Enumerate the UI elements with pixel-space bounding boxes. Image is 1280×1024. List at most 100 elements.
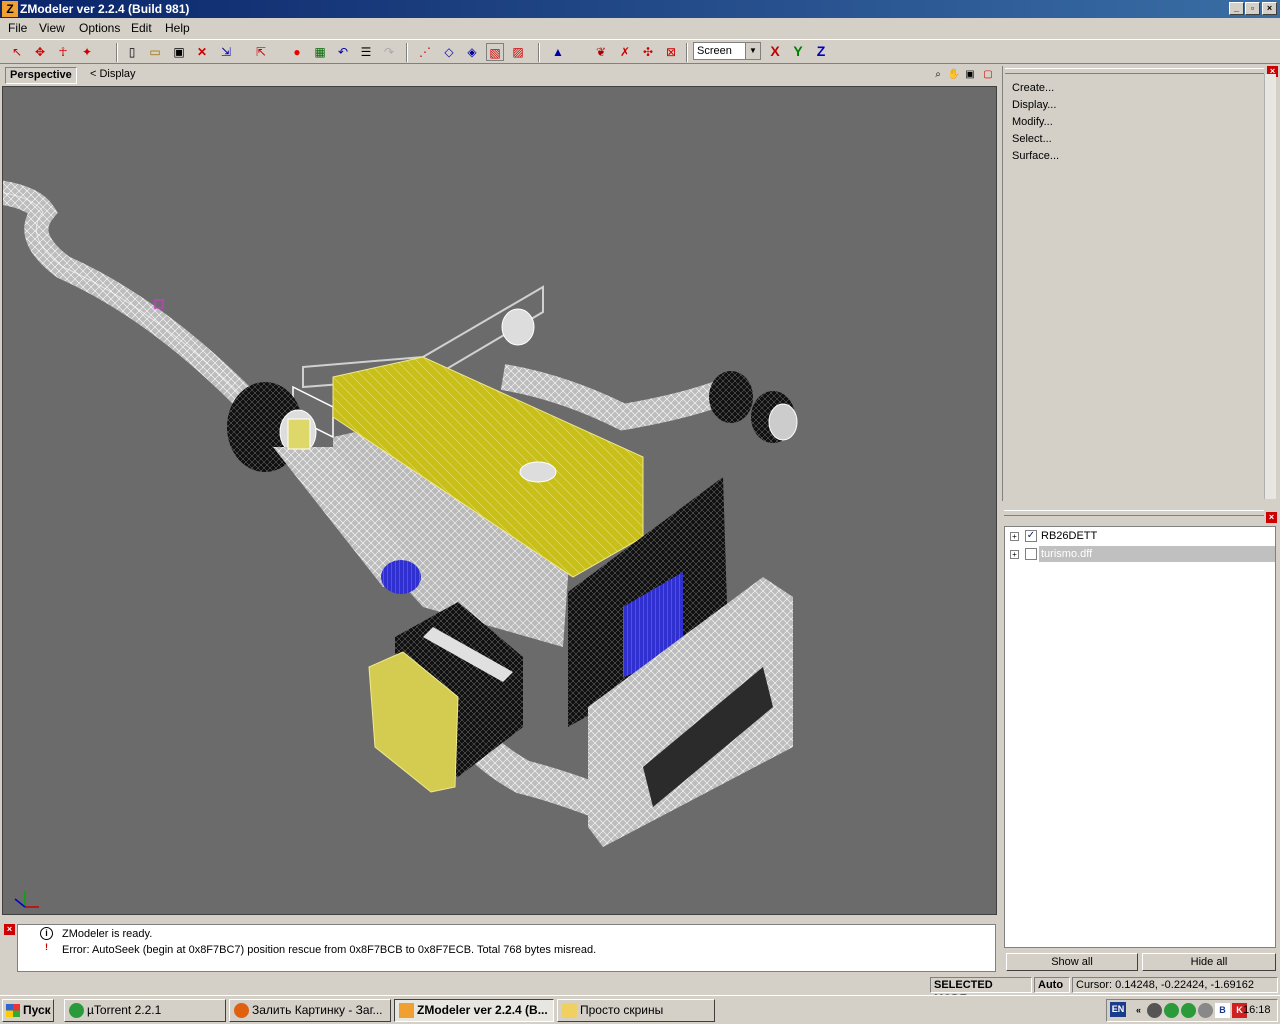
zmodeler-icon [399, 1003, 414, 1018]
tree-item-rb26dett[interactable]: + ✓ RB26DETT [1007, 528, 1275, 544]
undo-icon[interactable]: ↶ [334, 43, 352, 61]
save-file-icon[interactable]: ▣ [170, 43, 188, 61]
chevron-left-icon[interactable]: « [1131, 1003, 1146, 1018]
redo-icon[interactable]: ↷ [380, 43, 398, 61]
window-title: ZModeler ver 2.2.4 (Build 981) [20, 2, 190, 16]
close-log-icon[interactable]: × [4, 924, 15, 935]
taskbar: Пуск µTorrent 2.2.1 Залить Картинку - За… [0, 995, 1280, 1024]
new-file-icon[interactable]: ▯ [123, 43, 141, 61]
minimize-button[interactable]: _ [1229, 2, 1244, 15]
command-select[interactable]: Select... [1012, 133, 1052, 145]
object-tree: + ✓ RB26DETT + turismo.dff [1004, 526, 1276, 948]
expand-icon[interactable]: + [1010, 550, 1019, 559]
visibility-checkbox[interactable]: ✓ [1025, 530, 1037, 542]
face-mode-icon[interactable]: ◇ [440, 43, 458, 61]
title-bar: Z ZModeler ver 2.2.4 (Build 981) _ ▫ × [0, 0, 1280, 18]
task-folder[interactable]: Просто скрины [557, 999, 715, 1022]
log-line-info: ZModeler is ready. [62, 928, 153, 940]
command-scrollbar[interactable] [1264, 74, 1276, 499]
axis-gizmo-icon[interactable]: ✗ [616, 43, 634, 61]
menu-help[interactable]: Help [165, 21, 190, 35]
properties-icon[interactable]: ☰ [357, 43, 375, 61]
axis-y-button[interactable]: Y [788, 42, 808, 61]
vk-icon[interactable]: B [1215, 1003, 1230, 1018]
axis-x-button[interactable]: X [765, 42, 785, 61]
close-panel-icon[interactable]: × [1266, 512, 1277, 523]
record-icon[interactable]: ● [288, 43, 306, 61]
select-tool-icon[interactable]: ↖ [8, 43, 26, 61]
windows-flag-icon [6, 1004, 20, 1017]
box-select-icon[interactable]: ▧ [486, 43, 504, 61]
system-tray: « B K 16:18 [1106, 999, 1278, 1022]
start-button[interactable]: Пуск [2, 999, 54, 1022]
axis-z-button[interactable]: Z [811, 42, 831, 61]
perspective-viewport[interactable] [2, 86, 997, 915]
snap-mode-select[interactable]: Screen ▼ [693, 42, 761, 60]
expand-icon[interactable]: + [1010, 532, 1019, 541]
display-toggle[interactable]: < Display [90, 68, 136, 80]
clock: 16:18 [1243, 1004, 1271, 1016]
hide-all-button[interactable]: Hide all [1142, 953, 1276, 971]
task-label: ZModeler ver 2.2.4 (B... [417, 1003, 548, 1017]
filter-icon[interactable]: ▲ [549, 43, 567, 61]
export-icon[interactable]: ⇱ [252, 43, 270, 61]
axis-frame-icon[interactable]: ⊠ [662, 43, 680, 61]
main-toolbar: ↖ ✥ ☥ ✦ ▯ ▭ ▣ ✕ ⇲ ⇱ ● ▦ ↶ ☰ ↷ ⋰ ◇ ◈ ▧ ▨ … [0, 39, 1280, 64]
menu-edit[interactable]: Edit [131, 21, 152, 35]
vertex-mode-icon[interactable]: ⋰ [416, 43, 434, 61]
command-modify[interactable]: Modify... [1012, 116, 1053, 128]
pan-icon[interactable]: ✋ [947, 68, 961, 82]
snap-mode-value: Screen [697, 45, 732, 57]
task-utorrent[interactable]: µTorrent 2.2.1 [64, 999, 226, 1022]
import-icon[interactable]: ⇲ [217, 43, 235, 61]
delete-icon[interactable]: ✕ [193, 43, 211, 61]
selected-mode-status: SELECTED MODE [930, 977, 1032, 1005]
settings-tray-icon[interactable] [1198, 1003, 1213, 1018]
menu-file[interactable]: File [8, 21, 27, 35]
maximize-button[interactable]: ▫ [1245, 2, 1260, 15]
cursor-coordinates: Cursor: 0.14248, -0.22424, -1.69162 [1072, 977, 1278, 993]
menu-view[interactable]: View [39, 21, 65, 35]
pick-icon[interactable]: ❦ [592, 43, 610, 61]
zoom-icon[interactable]: ⌕ [931, 68, 945, 82]
tree-item-turismo[interactable]: + turismo.dff [1007, 546, 1275, 562]
figure-tool-icon[interactable]: ☥ [54, 43, 72, 61]
toolbar-separator [686, 43, 688, 62]
task-zmodeler[interactable]: ZModeler ver 2.2.4 (B... [394, 999, 554, 1022]
open-file-icon[interactable]: ▭ [146, 43, 164, 61]
transform-tool-icon[interactable]: ✦ [78, 43, 96, 61]
firefox-icon [234, 1003, 249, 1018]
material-icon[interactable]: ▦ [311, 43, 329, 61]
show-all-button[interactable]: Show all [1006, 953, 1138, 971]
chevron-down-icon[interactable]: ▼ [745, 43, 760, 59]
task-browser[interactable]: Залить Картинку - Заг... [229, 999, 391, 1022]
start-label: Пуск [23, 1003, 51, 1017]
utorrent-icon [69, 1003, 84, 1018]
error-icon: ! [45, 942, 48, 952]
task-label: µTorrent 2.2.1 [87, 1003, 162, 1017]
update-icon[interactable] [1181, 1003, 1196, 1018]
tree-item-label: RB26DETT [1041, 530, 1098, 542]
move-tool-icon[interactable]: ✥ [31, 43, 49, 61]
maximize-viewport-icon[interactable]: ▣ [963, 68, 977, 82]
status-bar: SELECTED MODE Auto Cursor: 0.14248, -0.2… [0, 976, 1280, 1005]
command-display[interactable]: Display... [1012, 99, 1056, 111]
toolbar-separator [406, 43, 408, 62]
visibility-checkbox[interactable] [1025, 548, 1037, 560]
cube-select-icon[interactable]: ▨ [509, 43, 527, 61]
axis-cross-icon[interactable]: ✣ [639, 43, 657, 61]
command-panel: × Create... Display... Modify... Select.… [1002, 66, 1278, 501]
object-mode-icon[interactable]: ◈ [463, 43, 481, 61]
close-viewport-icon[interactable]: ▢ [981, 68, 995, 82]
info-icon: i [40, 927, 53, 940]
command-surface[interactable]: Surface... [1012, 150, 1059, 162]
command-create[interactable]: Create... [1012, 82, 1054, 94]
task-label: Залить Картинку - Заг... [252, 1003, 383, 1017]
network-icon[interactable] [1147, 1003, 1162, 1018]
panel-grip[interactable] [1005, 68, 1264, 74]
panel-grip[interactable] [1004, 510, 1264, 516]
utorrent-tray-icon[interactable] [1164, 1003, 1179, 1018]
tab-perspective[interactable]: Perspective [5, 67, 77, 84]
menu-options[interactable]: Options [79, 21, 120, 35]
close-button[interactable]: × [1262, 2, 1277, 15]
